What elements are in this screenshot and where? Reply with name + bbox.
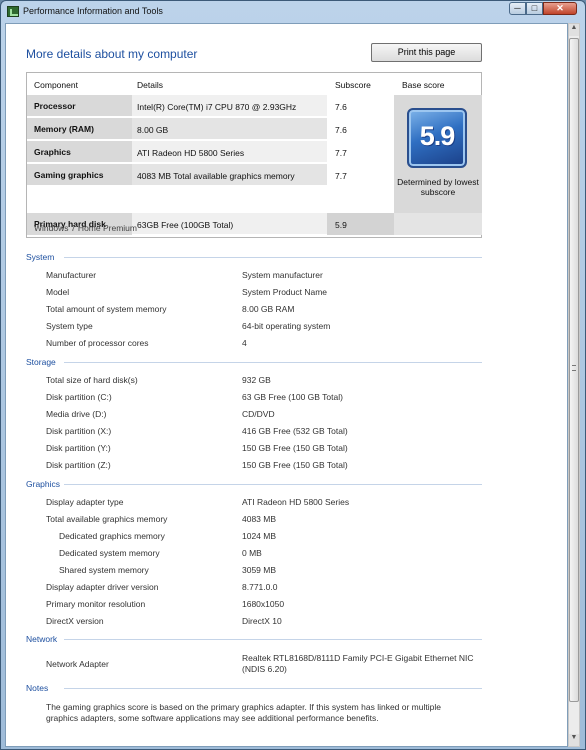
base-score-value: 5.9 <box>419 121 456 151</box>
base-score-badge-icon: 5.9 <box>407 108 467 168</box>
storage-label: Total size of hard disk(s) <box>46 375 138 385</box>
storage-label: Disk partition (Y:) <box>46 443 111 453</box>
subscore-graphics: 7.7 <box>335 148 347 158</box>
header-base-score: Base score <box>402 80 445 90</box>
system-value: 8.00 GB RAM <box>242 304 295 314</box>
subscore-memory: 7.6 <box>335 125 347 135</box>
page-title: More details about my computer <box>26 47 198 61</box>
network-label: Network Adapter <box>46 659 109 669</box>
base-score-panel: 5.9 Determined by lowest subscore <box>394 95 482 213</box>
base-score-footer <box>394 213 482 235</box>
section-notes-title: Notes <box>26 683 49 693</box>
details-memory: 8.00 GB <box>137 125 169 135</box>
system-value: 4 <box>242 338 247 348</box>
component-gaming-graphics: Gaming graphics <box>27 164 132 185</box>
section-divider <box>64 484 482 485</box>
storage-value: CD/DVD <box>242 409 275 419</box>
network-value-continued: (NDIS 6.20) <box>242 664 287 674</box>
system-label: System type <box>46 321 93 331</box>
graphics-label: Primary monitor resolution <box>46 599 146 609</box>
storage-value: 416 GB Free (532 GB Total) <box>242 426 348 436</box>
graphics-label: Dedicated system memory <box>59 548 160 558</box>
graphics-label: Shared system memory <box>59 565 149 575</box>
system-value: System manufacturer <box>242 270 323 280</box>
score-table: Component Details Subscore Base score Pr… <box>26 72 482 238</box>
storage-value: 150 GB Free (150 GB Total) <box>242 443 348 453</box>
subscore-primary-hard-disk: 5.9 <box>335 220 347 230</box>
system-label: Model <box>46 287 70 297</box>
storage-value: 150 GB Free (150 GB Total) <box>242 460 348 470</box>
storage-value: 63 GB Free (100 GB Total) <box>242 392 343 402</box>
details-graphics: ATI Radeon HD 5800 Series <box>137 148 245 158</box>
minimize-button[interactable]: ─ <box>509 2 526 15</box>
component-memory: Memory (RAM) <box>27 118 132 139</box>
graphics-value: 0 MB <box>242 548 262 558</box>
component-processor: Processor <box>27 95 132 116</box>
graphics-label: Total available graphics memory <box>46 514 168 524</box>
graphics-value: 1680x1050 <box>242 599 285 609</box>
section-network-title: Network <box>26 634 58 644</box>
storage-label: Disk partition (X:) <box>46 426 112 436</box>
content-pane: More details about my computer Print thi… <box>5 23 568 747</box>
graphics-label: Display adapter type <box>46 497 124 507</box>
notes-text: The gaming graphics score is based on th… <box>46 702 441 723</box>
storage-label: Media drive (D:) <box>46 409 107 419</box>
scroll-thumb[interactable] <box>569 38 579 702</box>
graphics-value: ATI Radeon HD 5800 Series <box>242 497 350 507</box>
details-processor: Intel(R) Core(TM) i7 CPU 870 @ 2.93GHz <box>137 102 297 112</box>
section-system-title: System <box>26 252 55 262</box>
section-storage-title: Storage <box>26 357 56 367</box>
title-bar[interactable]: Performance Information and Tools ─ □ ✕ <box>1 1 585 23</box>
window-title: Performance Information and Tools <box>23 6 163 16</box>
graphics-value: 8.771.0.0 <box>242 582 278 592</box>
system-value: 64-bit operating system <box>242 321 331 331</box>
system-label: Manufacturer <box>46 270 97 280</box>
graphics-label: Display adapter driver version <box>46 582 159 592</box>
table-header: Component Details Subscore Base score <box>27 73 481 95</box>
subscore-gaming-graphics: 7.7 <box>335 171 347 181</box>
section-divider <box>64 688 482 689</box>
graphics-value: 3059 MB <box>242 565 277 575</box>
graphics-label: DirectX version <box>46 616 104 626</box>
vertical-scrollbar[interactable]: ▲ ▼ <box>568 23 580 747</box>
section-divider <box>64 257 482 258</box>
system-label: Total amount of system memory <box>46 304 167 314</box>
network-value: Realtek RTL8168D/8111D Family PCI-E Giga… <box>242 653 474 663</box>
graphics-value: 1024 MB <box>242 531 277 541</box>
graphics-label: Dedicated graphics memory <box>59 531 165 541</box>
section-divider <box>64 362 482 363</box>
header-subscore: Subscore <box>335 80 371 90</box>
storage-label: Disk partition (Z:) <box>46 460 111 470</box>
performance-app-icon <box>7 6 19 17</box>
system-value: System Product Name <box>242 287 328 297</box>
system-label: Number of processor cores <box>46 338 149 348</box>
details-primary-hard-disk: 63GB Free (100GB Total) <box>137 220 234 230</box>
maximize-button[interactable]: □ <box>526 2 543 15</box>
graphics-value: DirectX 10 <box>242 616 282 626</box>
print-button[interactable]: Print this page <box>371 43 482 62</box>
component-graphics: Graphics <box>27 141 132 162</box>
storage-value: 932 GB <box>242 375 271 385</box>
section-divider <box>64 639 482 640</box>
header-details: Details <box>137 80 163 90</box>
graphics-value: 4083 MB <box>242 514 277 524</box>
storage-label: Disk partition (C:) <box>46 392 112 402</box>
grip-icon <box>572 365 576 371</box>
header-component: Component <box>34 80 78 90</box>
details-gaming-graphics: 4083 MB Total available graphics memory <box>137 171 295 181</box>
os-edition: Windows 7 Home Premium <box>34 223 137 233</box>
base-score-caption: Determined by lowest subscore <box>397 177 479 197</box>
scroll-down-icon[interactable]: ▼ <box>569 734 579 746</box>
close-button[interactable]: ✕ <box>543 2 577 15</box>
section-graphics-title: Graphics <box>26 479 61 489</box>
scroll-up-icon[interactable]: ▲ <box>569 24 579 36</box>
performance-window: Performance Information and Tools ─ □ ✕ … <box>0 0 586 750</box>
subscore-processor: 7.6 <box>335 102 347 112</box>
